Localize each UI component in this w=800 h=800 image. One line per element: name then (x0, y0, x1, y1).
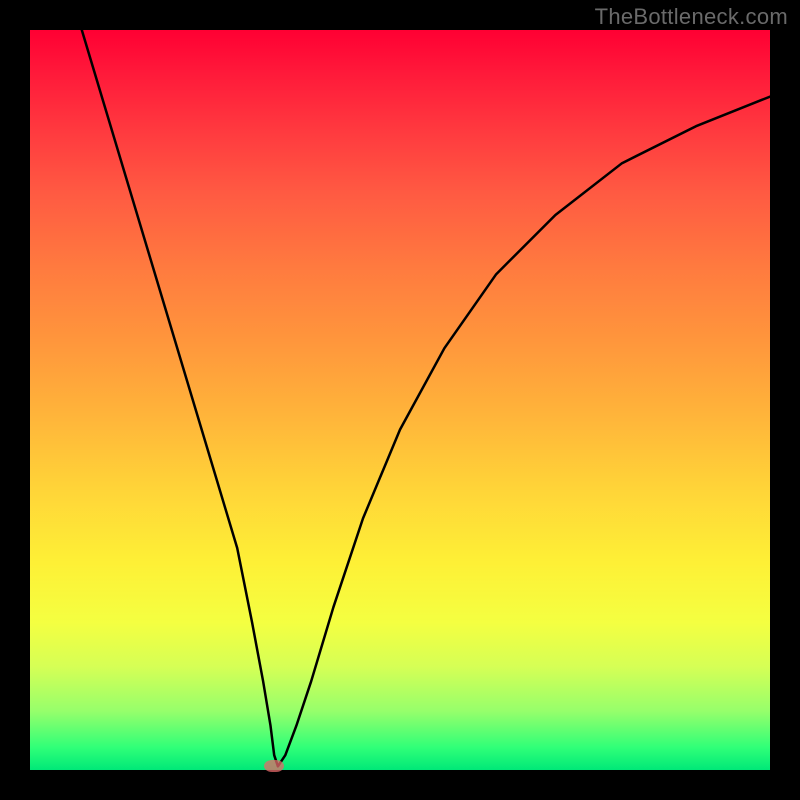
watermark-text: TheBottleneck.com (595, 4, 788, 30)
curve-line (82, 30, 770, 766)
plot-area (30, 30, 770, 770)
optimal-marker (264, 760, 284, 772)
bottleneck-curve (30, 30, 770, 770)
chart-frame: TheBottleneck.com (0, 0, 800, 800)
